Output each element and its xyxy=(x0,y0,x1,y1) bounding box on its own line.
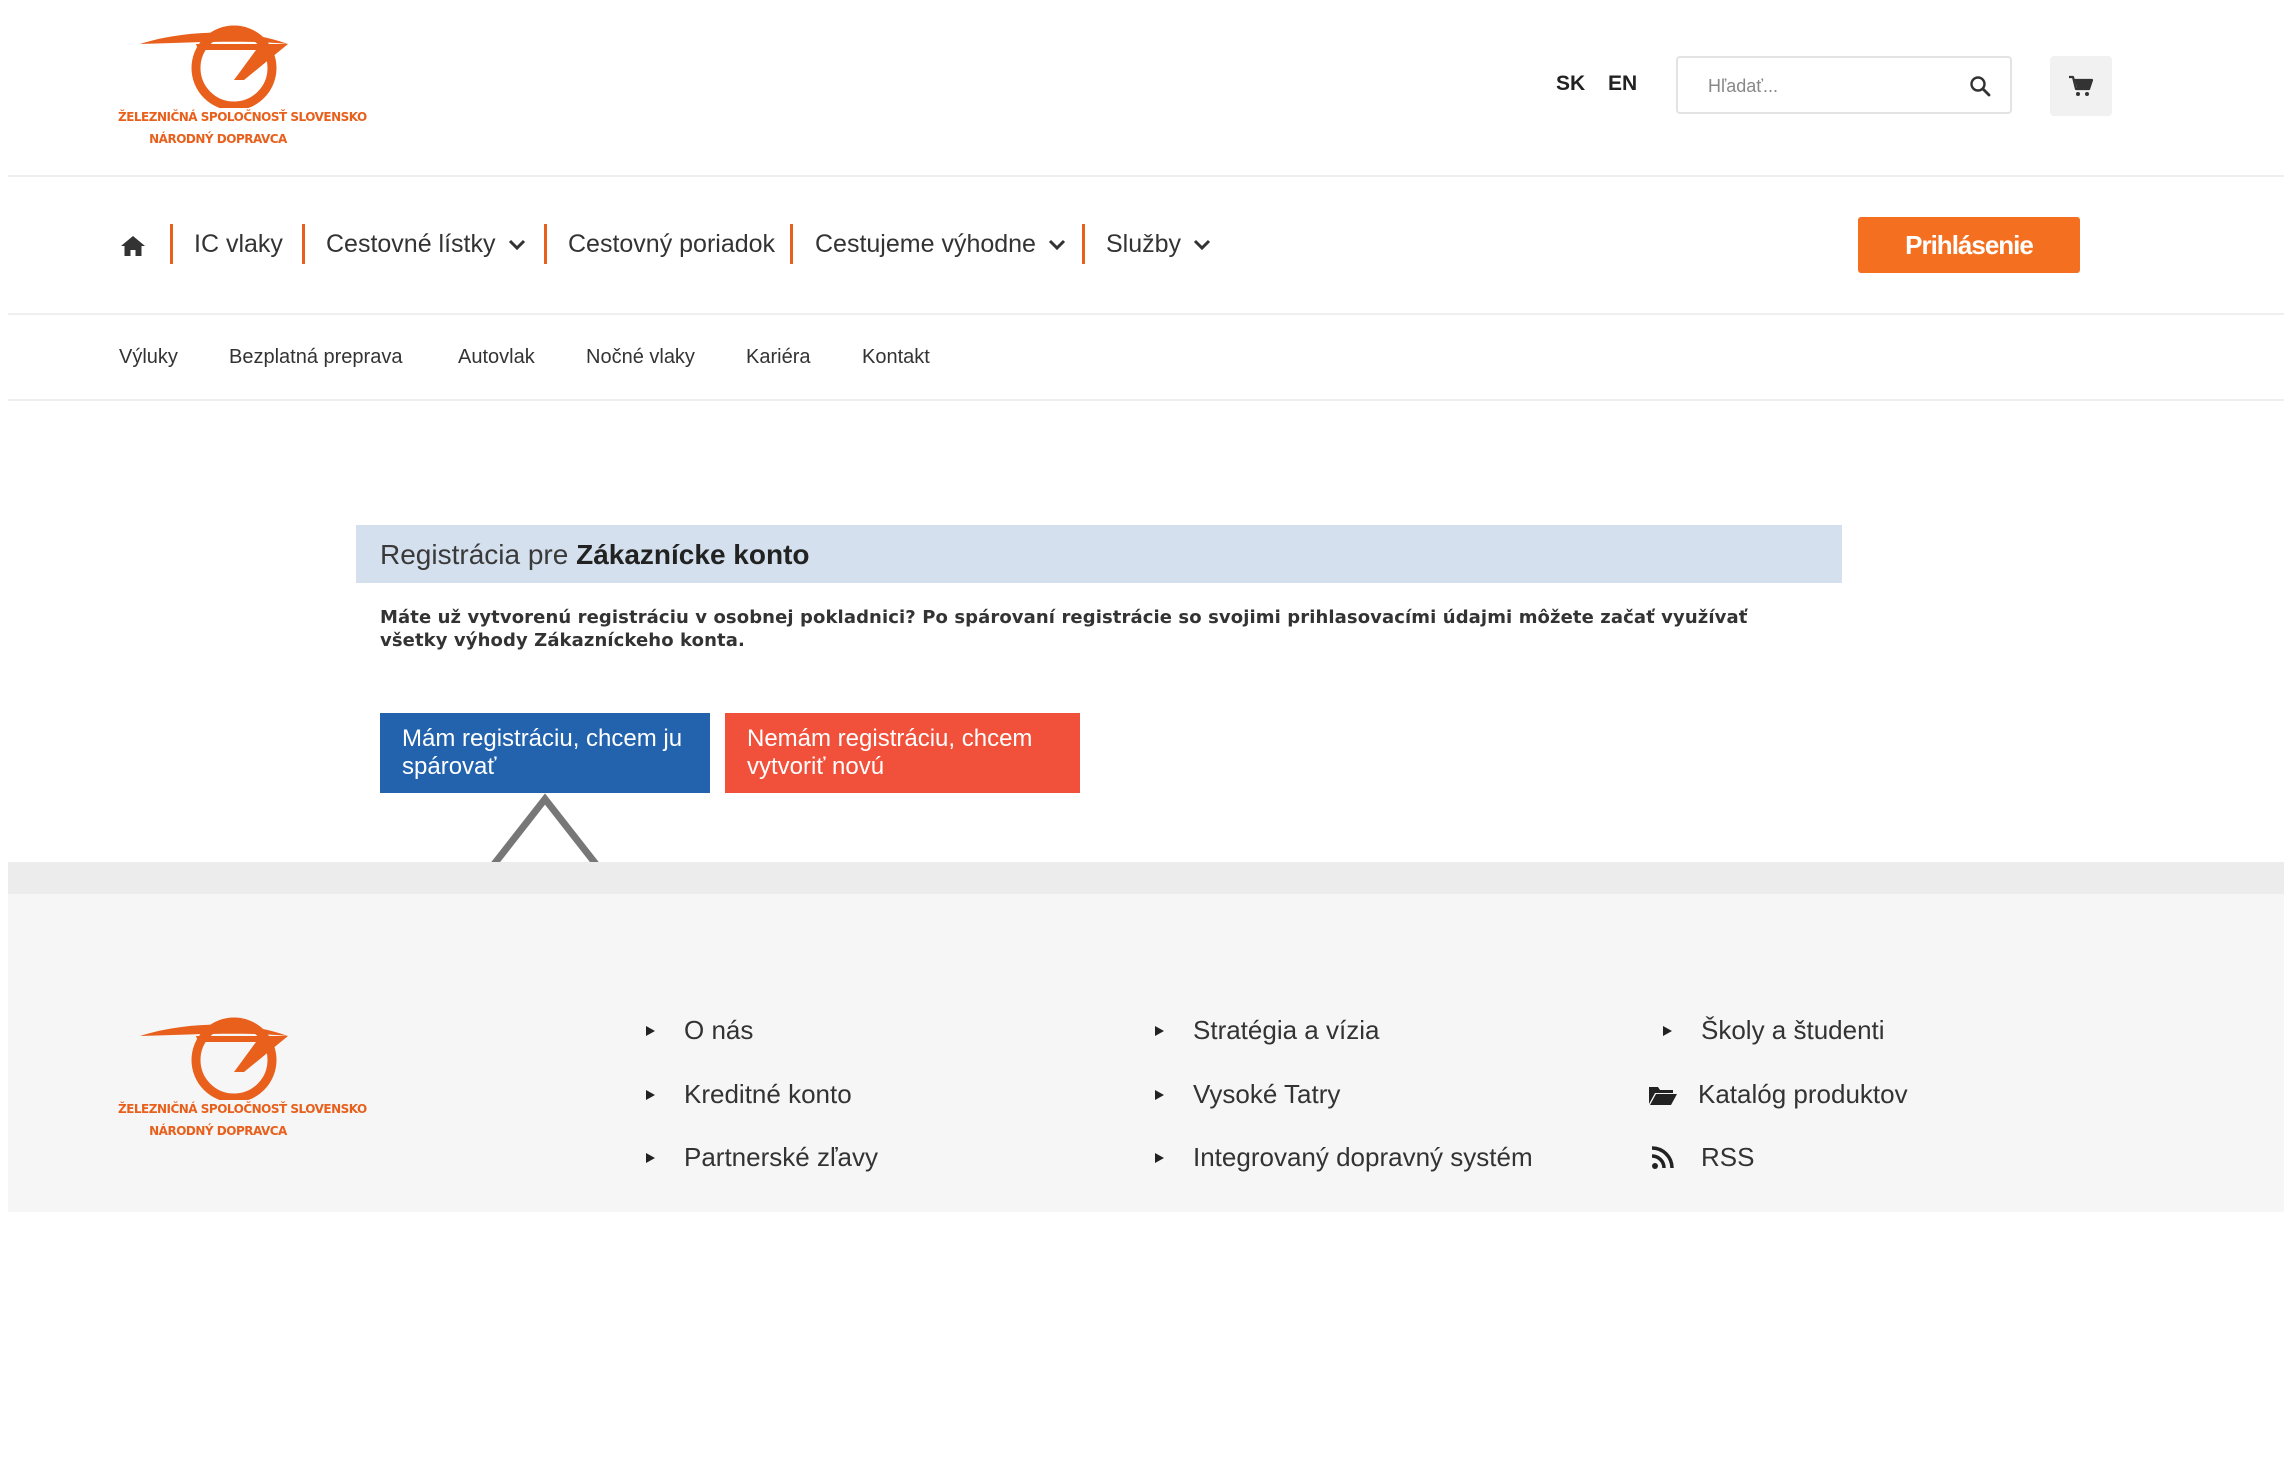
rss-icon xyxy=(1651,1145,1674,1169)
footer-link-kreditne-konto[interactable]: Kreditné konto xyxy=(640,1079,852,1110)
folder-open-icon xyxy=(1649,1086,1677,1105)
nav-cestovny-poriadok[interactable]: Cestovný poriadok xyxy=(568,230,775,259)
footer-link-label: Vysoké Tatry xyxy=(1193,1079,1341,1109)
footer-link-label: RSS xyxy=(1701,1142,1755,1172)
nav-label: Cestujeme výhodne xyxy=(815,230,1036,258)
triangle-bullet-icon xyxy=(1155,1025,1164,1036)
search-input[interactable] xyxy=(1706,72,1960,100)
nav-cestujeme-vyhodne[interactable]: Cestujeme výhodne xyxy=(815,230,1066,259)
footer-link-label: Integrovaný dopravný systém xyxy=(1193,1142,1533,1172)
footer-link-skoly[interactable]: Školy a študenti xyxy=(1657,1015,1885,1046)
footer-link-label: Stratégia a vízia xyxy=(1193,1015,1380,1045)
cart-icon xyxy=(2069,75,2094,96)
footer-link-katalog[interactable]: Katalóg produktov xyxy=(1648,1079,1908,1110)
footer-link-label: Katalóg produktov xyxy=(1698,1079,1908,1109)
zssk-logo-icon xyxy=(140,1017,288,1100)
subnav-nocne-vlaky[interactable]: Nočné vlaky xyxy=(586,346,695,369)
nav-separator xyxy=(1082,224,1085,264)
nav-ic-vlaky[interactable]: IC vlaky xyxy=(194,230,283,259)
search-box xyxy=(1676,56,2012,114)
logo-line2: NÁRODNÝ DOPRAVCA xyxy=(149,132,287,146)
footer-link-label: O nás xyxy=(684,1015,754,1045)
footer-link-label: Partnerské zľavy xyxy=(684,1142,878,1172)
footer-link-rss[interactable]: RSS xyxy=(1651,1142,1754,1173)
footer-link-strategia[interactable]: Stratégia a vízia xyxy=(1149,1015,1379,1046)
registration-title-prefix: Registrácia pre xyxy=(380,539,569,570)
subnav-bezplatna-preprava[interactable]: Bezplatná preprava xyxy=(229,346,402,369)
subnav-kontakt[interactable]: Kontakt xyxy=(862,346,930,369)
nav-label: Cestovné lístky xyxy=(326,230,496,258)
triangle-bullet-icon xyxy=(646,1025,655,1036)
triangle-bullet-icon xyxy=(1155,1089,1164,1100)
subnav-kariera[interactable]: Kariéra xyxy=(746,346,810,369)
chevron-down-icon xyxy=(1193,239,1211,250)
nav-label: Služby xyxy=(1106,230,1182,258)
cart-button[interactable] xyxy=(2050,56,2112,116)
footer-link-label: Školy a študenti xyxy=(1701,1015,1885,1045)
lang-en[interactable]: EN xyxy=(1608,72,1637,96)
logo-line1: ŽELEZNIČNÁ SPOLOČNOSŤ SLOVENSKO xyxy=(118,110,367,124)
pair-registration-button[interactable]: Mám registráciu, chcem ju spárovať xyxy=(380,713,710,793)
nav-separator xyxy=(170,224,173,264)
footer-link-partnerske-zlavy[interactable]: Partnerské zľavy xyxy=(640,1142,878,1173)
zssk-logo-icon xyxy=(140,25,288,108)
create-registration-button[interactable]: Nemám registráciu, chcem vytvoriť novú xyxy=(725,713,1080,793)
subnav-autovlak[interactable]: Autovlak xyxy=(458,346,535,369)
zssk-logo[interactable]: ŽELEZNIČNÁ SPOLOČNOSŤ SLOVENSKO NÁRODNÝ … xyxy=(118,22,367,152)
footer-link-label: Kreditné konto xyxy=(684,1079,852,1109)
logo-line2: NÁRODNÝ DOPRAVCA xyxy=(149,1124,287,1138)
nav-separator xyxy=(790,224,793,264)
nav-separator xyxy=(302,224,305,264)
nav-label: IC vlaky xyxy=(194,230,283,258)
chevron-down-icon xyxy=(1048,239,1066,250)
triangle-bullet-icon xyxy=(646,1089,655,1100)
footer-band xyxy=(8,862,2284,894)
footer-link-vysoke-tatry[interactable]: Vysoké Tatry xyxy=(1149,1079,1340,1110)
logo-line1: ŽELEZNIČNÁ SPOLOČNOSŤ SLOVENSKO xyxy=(118,1102,367,1116)
triangle-bullet-icon xyxy=(1155,1152,1164,1163)
nav-label: Cestovný poriadok xyxy=(568,230,776,258)
header: ŽELEZNIČNÁ SPOLOČNOSŤ SLOVENSKO NÁRODNÝ … xyxy=(0,0,2292,176)
registration-description: Máte už vytvorenú registráciu v osobnej … xyxy=(380,607,1748,651)
footer-link-o-nas[interactable]: O nás xyxy=(640,1015,753,1046)
nav-sluzby[interactable]: Služby xyxy=(1106,230,1211,259)
search-icon[interactable] xyxy=(1968,74,1992,98)
nav-separator xyxy=(544,224,547,264)
nav-divider xyxy=(8,313,2284,315)
home-icon[interactable] xyxy=(120,234,146,258)
nav-cestovne-listky[interactable]: Cestovné lístky xyxy=(326,230,526,259)
footer-zssk-logo[interactable]: ŽELEZNIČNÁ SPOLOČNOSŤ SLOVENSKO NÁRODNÝ … xyxy=(118,1014,367,1144)
chevron-down-icon xyxy=(508,239,525,250)
footer xyxy=(8,894,2284,1212)
lang-sk[interactable]: SK xyxy=(1556,72,1585,96)
subnav-divider xyxy=(8,399,2284,401)
registration-title-bold: Zákaznícke konto xyxy=(576,539,810,570)
subnav-vyluky[interactable]: Výluky xyxy=(119,346,178,369)
registration-header: Registrácia pre Zákaznícke konto xyxy=(356,525,1842,583)
triangle-bullet-icon xyxy=(646,1152,655,1163)
login-button[interactable]: Prihlásenie xyxy=(1858,217,2080,273)
footer-link-ids[interactable]: Integrovaný dopravný systém xyxy=(1149,1142,1533,1173)
triangle-bullet-icon xyxy=(1663,1025,1672,1036)
registration-title: Registrácia pre Zákaznícke konto xyxy=(380,539,810,571)
